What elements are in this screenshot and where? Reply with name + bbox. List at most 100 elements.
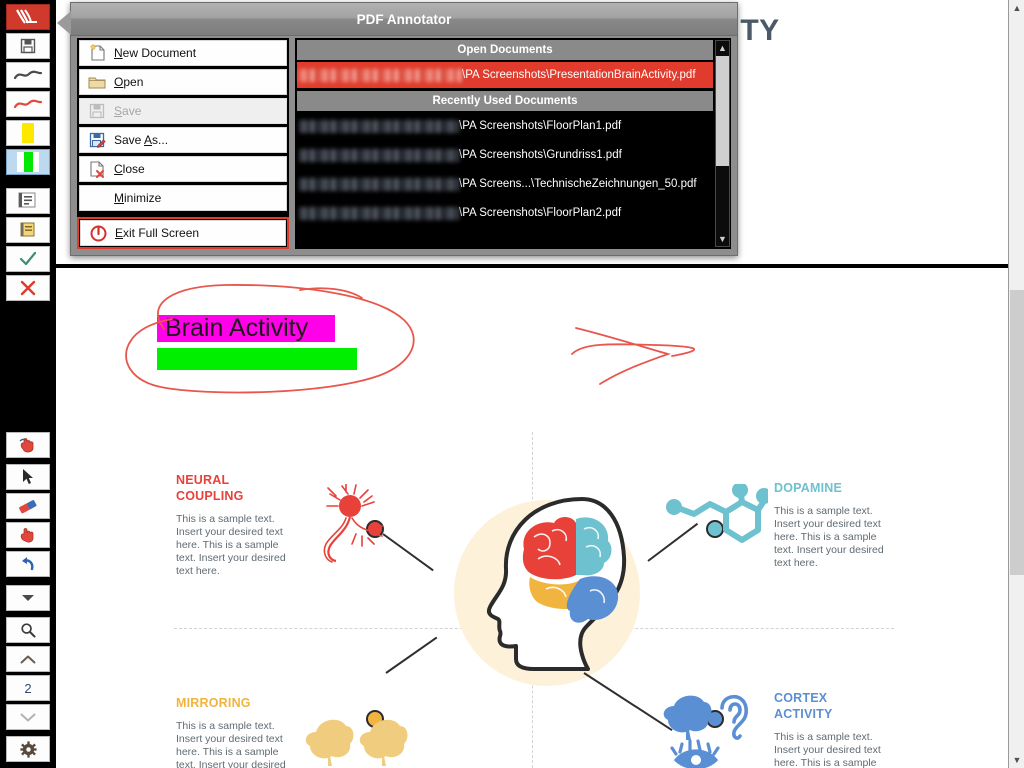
scrollbar-thumb[interactable]	[1010, 290, 1024, 575]
section-body: This is a sample text. Insert your desir…	[774, 731, 881, 768]
zoom-tool-button[interactable]	[6, 617, 50, 643]
brain-head-illustration	[487, 497, 627, 671]
chevron-down-icon	[20, 713, 36, 721]
connector-mirroring	[385, 636, 438, 674]
document-path: \PA Screenshots\FloorPlan1.pdf	[459, 120, 622, 132]
document-path: \PA Screenshots\PresentationBrainActivit…	[462, 69, 696, 81]
magnifier-icon	[21, 623, 36, 638]
chevron-down-icon	[22, 595, 34, 601]
menu-item-save: Save	[79, 98, 287, 124]
floppy-disk-icon	[20, 38, 36, 54]
section-title-line2: COUPLING	[176, 489, 244, 503]
more-tools-button[interactable]	[6, 585, 50, 611]
document-path: \PA Screenshots\FloorPlan2.pdf	[459, 207, 622, 219]
power-icon	[81, 221, 115, 245]
recently-used-header: Recently Used Documents	[297, 91, 713, 111]
open-document-row[interactable]: \PA Screenshots\PresentationBrainActivit…	[297, 62, 713, 88]
menu-item-minimize[interactable]: Minimize	[79, 185, 287, 211]
pdf-annotator-menu-window: PDF Annotator New Document Open Save Sav…	[57, 2, 738, 256]
menu-item-label: New Document	[114, 46, 197, 60]
pen-black-tool-button[interactable]	[6, 62, 50, 88]
menu-item-label: Save	[114, 104, 142, 118]
hand-icon	[20, 528, 34, 543]
pen-red-tool-button[interactable]	[6, 91, 50, 117]
menu-title: PDF Annotator	[71, 3, 737, 36]
floppy-disk-icon	[80, 99, 114, 123]
menu-item-label: Open	[114, 75, 144, 89]
document-path: \PA Screens...\TechnischeZeichnungen_50.…	[459, 178, 697, 190]
blurred-folder-path	[299, 206, 459, 220]
recent-document-row[interactable]: \PA Screenshots\FloorPlan1.pdf	[297, 113, 713, 139]
exit-full-screen-highlight: Exit Full Screen	[77, 217, 289, 249]
pan-tool-button[interactable]	[6, 522, 50, 548]
open-documents-header: Open Documents	[297, 40, 713, 60]
page-number-field[interactable]: 2	[6, 675, 50, 701]
section-body: This is a sample text. Insert your desir…	[176, 513, 286, 577]
section-cortex-activity: CORTEX ACTIVITY This is a sample text. I…	[774, 690, 886, 768]
highlighter-yellow-tool-button[interactable]	[6, 120, 50, 146]
section-neural-coupling: NEURAL COUPLING This is a sample text. I…	[176, 472, 288, 578]
page-number-value: 2	[24, 680, 32, 696]
menu-item-label: Save As...	[114, 133, 169, 147]
check-stamp-tool-button[interactable]	[6, 246, 50, 272]
blurred-folder-path	[299, 68, 462, 82]
scroll-up-button[interactable]: ▲	[1009, 0, 1024, 16]
menu-item-open[interactable]: Open	[79, 69, 287, 95]
scrollbar-thumb[interactable]	[716, 56, 729, 166]
brain-activity-heading: Brain Activity	[165, 314, 309, 342]
green-highlight-annotation	[157, 348, 357, 370]
menu-item-exit-full-screen[interactable]: Exit Full Screen	[80, 220, 286, 246]
menu-item-save-as[interactable]: Save As...	[79, 127, 287, 153]
highlighter-yellow-icon	[22, 123, 34, 143]
recent-document-row[interactable]: \PA Screenshots\Grundriss1.pdf	[297, 142, 713, 168]
undo-arrow-icon	[22, 557, 34, 571]
app-logo-button[interactable]	[6, 4, 50, 30]
select-tool-button[interactable]	[6, 464, 50, 490]
cortex-senses-icon	[663, 694, 748, 768]
text-box-tool-button[interactable]	[6, 188, 50, 214]
document-scrollbar[interactable]: ▲ ▼	[1008, 0, 1024, 768]
cross-icon	[20, 280, 36, 296]
highlighter-green-icon	[17, 152, 39, 172]
folder-open-icon	[80, 70, 114, 94]
sticky-note-tool-button[interactable]	[6, 217, 50, 243]
menu-item-new-document[interactable]: New Document	[79, 40, 287, 66]
magenta-highlight-annotation	[157, 315, 335, 342]
menu-item-close[interactable]: Close	[79, 156, 287, 182]
menu-item-list: New Document Open Save Save As... Close …	[77, 38, 289, 249]
documents-list: Open Documents \PA Screenshots\Presentat…	[297, 40, 713, 247]
check-icon	[19, 251, 37, 266]
save-tool-button[interactable]	[6, 33, 50, 59]
hand-annotate-tool-button[interactable]	[6, 432, 50, 458]
hand-pointing-icon	[19, 438, 34, 453]
scroll-down-button[interactable]: ▼	[716, 232, 729, 246]
page-down-button[interactable]	[6, 704, 50, 730]
close-document-icon	[80, 157, 114, 181]
menu-item-label: Close	[114, 162, 145, 176]
cursor-arrow-icon	[23, 469, 33, 484]
blurred-folder-path	[299, 177, 459, 191]
new-document-icon	[80, 41, 114, 65]
settings-button[interactable]	[6, 736, 50, 762]
document-path: \PA Screenshots\Grundriss1.pdf	[459, 149, 622, 161]
section-dopamine: DOPAMINE This is a sample text. Insert y…	[774, 480, 886, 570]
text-box-icon	[18, 192, 36, 208]
section-body: This is a sample text. Insert your desir…	[176, 720, 286, 768]
section-body: This is a sample text. Insert your desir…	[774, 505, 884, 569]
recent-document-row[interactable]: \PA Screenshots\FloorPlan2.pdf	[297, 200, 713, 226]
cross-stamp-tool-button[interactable]	[6, 275, 50, 301]
dopamine-molecule-icon	[666, 484, 768, 543]
page-up-button[interactable]	[6, 646, 50, 672]
left-toolbar: 2	[0, 0, 56, 768]
highlighter-green-tool-button[interactable]	[6, 149, 50, 175]
scroll-down-button[interactable]: ▼	[1009, 752, 1024, 768]
menu-item-label: Exit Full Screen	[115, 226, 200, 240]
scroll-up-button[interactable]: ▲	[716, 41, 729, 55]
undo-tool-button[interactable]	[6, 551, 50, 577]
recent-document-row[interactable]: \PA Screens...\TechnischeZeichnungen_50.…	[297, 171, 713, 197]
blurred-folder-path	[299, 148, 459, 162]
menu-pointer-arrow	[57, 11, 71, 35]
documents-scrollbar[interactable]: ▲ ▼	[715, 40, 730, 247]
app-root: 2 VITY NEURAL COUPLING This is a sample …	[0, 0, 1024, 768]
eraser-tool-button[interactable]	[6, 493, 50, 519]
